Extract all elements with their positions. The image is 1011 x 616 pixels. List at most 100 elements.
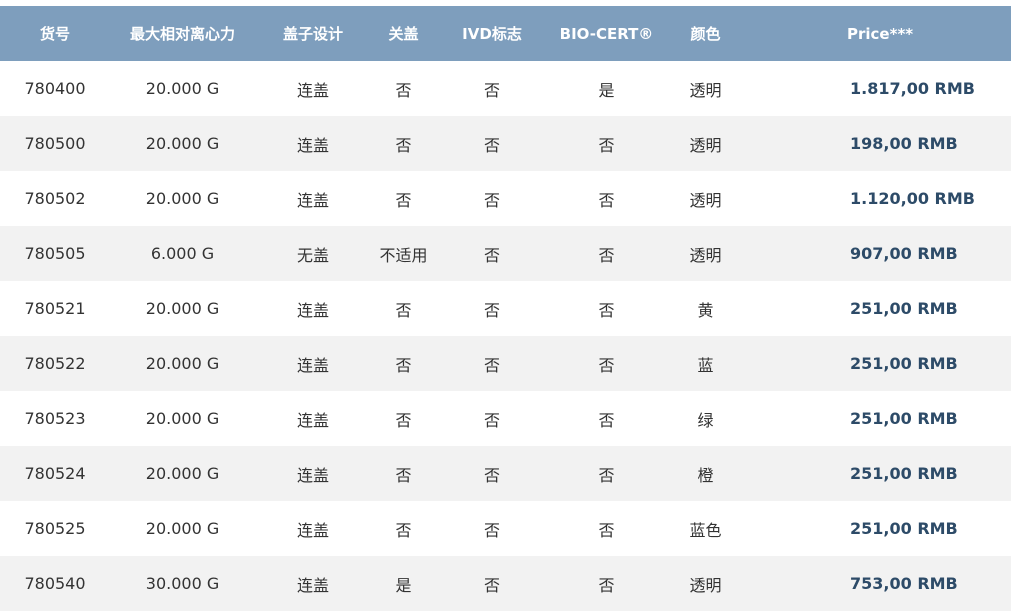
spacer-cell (746, 171, 832, 226)
product-table-container: 货号 最大相对离心力 盖子设计 关盖 IVD标志 BIO-CERT® 颜色 Pr… (0, 6, 1011, 611)
item-number-cell: 780523 (24, 409, 86, 428)
max-rcf-cell: 20.000 G (145, 354, 220, 373)
closed-cap-cell: 否 (395, 135, 412, 155)
header-cap-design[interactable]: 盖子设计 (255, 6, 371, 61)
table-body: 780400 20.000 G 连盖否否是透明 1.817,00 RMB 780500 2… (0, 61, 1011, 611)
header-ivd-mark[interactable]: IVD标志 (436, 6, 548, 61)
item-number-cell: 780521 (24, 299, 86, 318)
closed-cap-cell: 否 (395, 410, 412, 430)
table-row[interactable]: 780505 6.000 G 无盖 不适用 否 否 透明 907,00 RMB (0, 226, 1011, 281)
bio-cert-cell: 否 (598, 245, 615, 265)
bio-cert-cell: 否 (598, 135, 615, 155)
bio-cert-cell: 否 (598, 355, 615, 375)
max-rcf-cell: 20.000 G (145, 299, 220, 318)
header-bio-cert[interactable]: BIO-CERT® (548, 6, 665, 61)
ivd-mark-cell: 否 (483, 190, 500, 210)
ivd-mark-cell: 否 (483, 575, 500, 595)
color-cell: 橙 (697, 465, 714, 485)
header-price[interactable]: Price*** (832, 6, 1011, 61)
price-cell: 251,00 RMB (850, 409, 958, 428)
color-cell: 蓝 (697, 355, 714, 375)
price-cell: 1.120,00 RMB (850, 189, 975, 208)
closed-cap-cell: 否 (395, 520, 412, 540)
ivd-mark-cell: 否 (483, 300, 500, 320)
spacer-cell (746, 556, 832, 611)
header-color[interactable]: 颜色 (665, 6, 746, 61)
bio-cert-cell: 否 (598, 575, 615, 595)
cap-design-cell: 无盖 (296, 245, 329, 265)
price-cell: 251,00 RMB (850, 464, 958, 483)
closed-cap-cell: 不适用 (379, 245, 428, 265)
color-cell: 透明 (689, 80, 722, 100)
price-cell: 907,00 RMB (850, 244, 958, 263)
bio-cert-cell: 是 (598, 80, 615, 100)
spacer-cell (746, 336, 832, 391)
color-cell: 透明 (689, 575, 722, 595)
table-row[interactable]: 780500 20.000 G 连盖 否 否 否 透明 198,00 RMB (0, 116, 1011, 171)
max-rcf-cell: 20.000 G (145, 189, 220, 208)
color-cell: 黄 (697, 300, 714, 320)
bio-cert-cell: 否 (598, 410, 615, 430)
table-row[interactable]: 780521 20.000 G 连盖 否 否 否 黄 251,00 RMB (0, 281, 1011, 336)
spacer-cell (746, 501, 832, 556)
price-cell: 251,00 RMB (850, 354, 958, 373)
ivd-mark-cell: 否 (483, 520, 500, 540)
header-spacer (746, 6, 832, 61)
price-cell: 198,00 RMB (850, 134, 958, 153)
bio-cert-cell: 否 (598, 190, 615, 210)
item-number-cell: 780500 (24, 134, 86, 153)
cap-design-cell: 连盖 (296, 190, 329, 210)
table-row[interactable]: 780502 20.000 G 连盖 否 否 否 透明 1.120,00 RMB (0, 171, 1011, 226)
color-cell: 透明 (689, 245, 722, 265)
closed-cap-cell: 否 (395, 465, 412, 485)
item-number-cell: 780525 (24, 519, 86, 538)
item-number-cell: 780522 (24, 354, 86, 373)
item-number-cell: 780502 (24, 189, 86, 208)
closed-cap-cell: 否 (395, 190, 412, 210)
max-rcf-cell: 30.000 G (145, 574, 220, 593)
price-cell: 251,00 RMB (850, 519, 958, 538)
ivd-mark-cell: 否 (483, 410, 500, 430)
ivd-mark-cell: 否 (483, 80, 500, 100)
closed-cap-cell: 是 (395, 575, 412, 595)
cap-design-cell: 连盖 (296, 80, 329, 100)
color-cell: 绿 (697, 410, 714, 430)
item-number-cell: 780505 (24, 244, 86, 263)
ivd-mark-cell: 否 (483, 245, 500, 265)
bio-cert-cell: 否 (598, 465, 615, 485)
spacer-cell (746, 281, 832, 336)
table-row[interactable]: 780525 20.000 G 连盖 否 否 否 蓝色 251,00 RMB (0, 501, 1011, 556)
table-row[interactable]: 780524 20.000 G 连盖 否 否 否 橙 251,00 RMB (0, 446, 1011, 501)
closed-cap-cell: 否 (395, 80, 412, 100)
item-number-cell: 780540 (24, 574, 86, 593)
color-cell: 蓝色 (689, 520, 722, 540)
price-cell: 753,00 RMB (850, 574, 958, 593)
table-row[interactable]: 780540 30.000 G 连盖 是 否 否 透明 753,00 RMB (0, 556, 1011, 611)
header-item-number[interactable]: 货号 (0, 6, 110, 61)
cap-design-cell: 连盖 (296, 355, 329, 375)
max-rcf-cell: 20.000 G (145, 79, 220, 98)
table-row[interactable]: 780400 20.000 G 连盖 否 否 是 透明 1.817,00 RMB (0, 61, 1011, 116)
header-max-rcf[interactable]: 最大相对离心力 (110, 6, 255, 61)
item-number-cell: 780524 (24, 464, 86, 483)
header-closed-cap[interactable]: 关盖 (371, 6, 436, 61)
price-cell: 1.817,00 RMB (850, 79, 975, 98)
closed-cap-cell: 否 (395, 355, 412, 375)
max-rcf-cell: 6.000 G (150, 244, 215, 263)
product-table: 货号 最大相对离心力 盖子设计 关盖 IVD标志 BIO-CERT® 颜色 Pr… (0, 6, 1011, 611)
table-row[interactable]: 780523 20.000 G 连盖 否 否 否 绿 251,00 RMB (0, 391, 1011, 446)
spacer-cell (746, 116, 832, 171)
table-header-row: 货号 最大相对离心力 盖子设计 关盖 IVD标志 BIO-CERT® 颜色 Pr… (0, 6, 1011, 61)
color-cell: 透明 (689, 135, 722, 155)
cap-design-cell: 连盖 (296, 520, 329, 540)
ivd-mark-cell: 否 (483, 465, 500, 485)
max-rcf-cell: 20.000 G (145, 134, 220, 153)
cap-design-cell: 连盖 (296, 465, 329, 485)
spacer-cell (746, 226, 832, 281)
color-cell: 透明 (689, 190, 722, 210)
bio-cert-cell: 否 (598, 300, 615, 320)
cap-design-cell: 连盖 (296, 575, 329, 595)
closed-cap-cell: 否 (395, 300, 412, 320)
table-row[interactable]: 780522 20.000 G 连盖 否 否 否 蓝 251,00 RMB (0, 336, 1011, 391)
cap-design-cell: 连盖 (296, 410, 329, 430)
